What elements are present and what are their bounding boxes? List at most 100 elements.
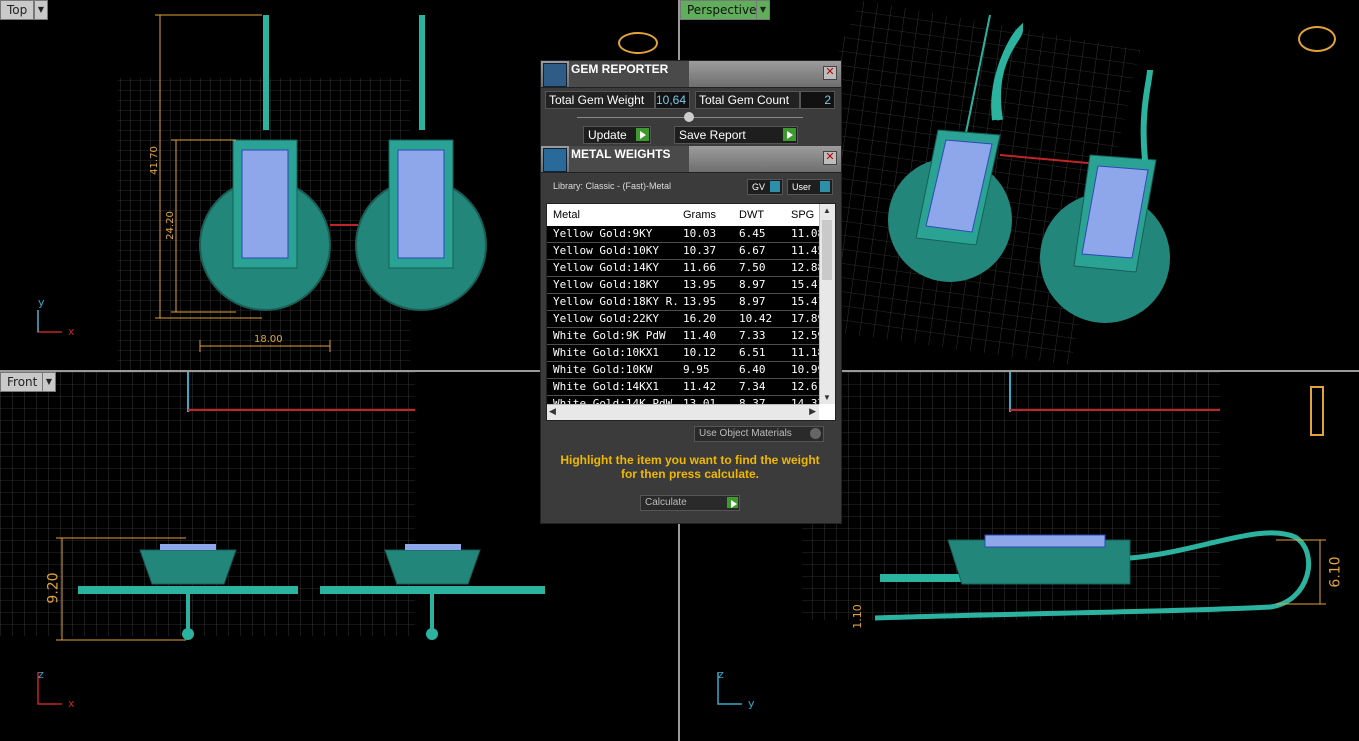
- total-gem-weight-label: Total Gem Weight: [545, 91, 655, 109]
- table-row[interactable]: Yellow Gold:9KY 10.03 6.45 11.08: [547, 226, 824, 243]
- total-gem-count-value: 2: [800, 91, 835, 109]
- table-row[interactable]: White Gold:9K PdW 11.40 7.33 12.59: [547, 328, 824, 345]
- play-icon: [636, 128, 649, 141]
- grams-cell: 16.20: [683, 312, 717, 325]
- play-icon: [783, 128, 796, 141]
- use-object-materials-label: Use Object Materials: [699, 428, 792, 439]
- table-row[interactable]: Yellow Gold:18KY 13.95 8.97 15.41: [547, 277, 824, 294]
- close-icon[interactable]: ✕: [823, 66, 837, 80]
- calculate-hint: Highlight the item you want to find the …: [560, 453, 820, 481]
- use-object-materials-toggle[interactable]: Use Object Materials: [694, 426, 824, 442]
- table-row[interactable]: White Gold:10KW 9.95 6.40 10.99: [547, 362, 824, 379]
- calculate-button-label: Calculate: [645, 497, 687, 508]
- viewport-dropdown-perspective[interactable]: ▼: [756, 0, 770, 20]
- dim-front-height: 9.20: [45, 572, 62, 604]
- dwt-cell: 8.97: [739, 295, 766, 308]
- horizontal-scrollbar[interactable]: ◀ ▶: [547, 404, 819, 420]
- dwt-cell: 7.34: [739, 380, 766, 393]
- viewport-dropdown-front[interactable]: ▼: [42, 372, 56, 392]
- dim-top-width: 18.00: [254, 334, 283, 345]
- user-toggle-label: User: [792, 182, 812, 192]
- viewport-label-top[interactable]: Top: [0, 0, 35, 20]
- gv-toggle-label: GV: [752, 182, 766, 192]
- user-toggle[interactable]: User: [787, 179, 833, 195]
- table-row[interactable]: Yellow Gold:18KY R...13.958.9715.41: [547, 294, 824, 311]
- col-dwt[interactable]: DWT: [739, 209, 764, 221]
- dwt-cell: 6.51: [739, 346, 766, 359]
- total-gem-count-label: Total Gem Count: [695, 91, 800, 109]
- metal-weights-icon: [543, 148, 567, 172]
- viewport-label-perspective[interactable]: Perspective: [680, 0, 764, 20]
- gv-toggle[interactable]: GV: [747, 179, 783, 195]
- table-row[interactable]: Yellow Gold:22KY 16.20 10.42 17.89: [547, 311, 824, 328]
- viewport-label-front[interactable]: Front: [0, 372, 45, 392]
- metal-table-header: Metal Grams DWT SPG: [547, 204, 819, 226]
- axis-x-label-front: x: [68, 697, 75, 710]
- gem-reporter-header[interactable]: GEM REPORTER ✕: [541, 61, 841, 88]
- metal-weights-header[interactable]: METAL WEIGHTS ✕: [541, 146, 841, 173]
- pin-icon[interactable]: [1310, 386, 1324, 436]
- vertical-scrollbar[interactable]: ▲ ▼: [819, 204, 835, 404]
- axis-z-label-right: z: [718, 668, 724, 681]
- metal-cell: White Gold:14KX1: [553, 380, 659, 393]
- dwt-cell: 6.67: [739, 244, 766, 257]
- scroll-thumb[interactable]: [822, 220, 832, 280]
- save-report-button-label: Save Report: [679, 128, 746, 142]
- settings-icon: [810, 428, 821, 439]
- table-row[interactable]: White Gold:10KX1 10.12 6.51 11.18: [547, 345, 824, 362]
- axis-y-label-right: y: [748, 697, 755, 710]
- metal-cell: Yellow Gold:9KY: [553, 227, 653, 240]
- grams-cell: 11.40: [683, 329, 717, 342]
- axis-x-label: x: [68, 325, 75, 338]
- dwt-cell: 6.40: [739, 363, 766, 376]
- col-grams[interactable]: Grams: [683, 209, 716, 221]
- dim-right-small: 1.10: [850, 604, 864, 629]
- axis-z-label: z: [38, 668, 44, 681]
- toggle-icon: [820, 181, 830, 192]
- grams-cell: 10.03: [683, 227, 717, 240]
- metal-cell: Yellow Gold:14KY: [553, 261, 659, 274]
- update-button[interactable]: Update: [583, 126, 651, 144]
- dim-right-height: 6.10: [1327, 556, 1344, 588]
- view-cube-icon[interactable]: [618, 32, 658, 54]
- metal-cell: White Gold:9K PdW: [553, 329, 666, 342]
- table-row[interactable]: White Gold:14KX1 11.42 7.34 12.61: [547, 379, 824, 396]
- gem-reporter-icon: [543, 63, 567, 87]
- metal-cell: White Gold:10KW: [553, 363, 653, 376]
- save-report-button[interactable]: Save Report: [674, 126, 798, 144]
- play-icon: [727, 497, 738, 508]
- table-row[interactable]: Yellow Gold:10KY 10.37 6.67 11.45: [547, 243, 824, 260]
- viewport-dropdown-top[interactable]: ▼: [34, 0, 48, 20]
- grams-cell: 11.66: [683, 261, 717, 274]
- scroll-down-icon[interactable]: ▼: [823, 393, 831, 402]
- metal-cell: White Gold:10KX1: [553, 346, 659, 359]
- collapse-knob-icon[interactable]: [684, 112, 694, 122]
- close-icon[interactable]: ✕: [823, 151, 837, 165]
- scroll-left-icon[interactable]: ◀: [549, 406, 556, 417]
- axis-y-label: y: [38, 296, 45, 309]
- scroll-right-icon[interactable]: ▶: [809, 406, 816, 417]
- metal-table[interactable]: Metal Grams DWT SPG Yellow Gold:9KY 10.03…: [546, 203, 836, 421]
- grams-cell: 9.95: [683, 363, 710, 376]
- gem-reporter-title: GEM REPORTER: [569, 61, 689, 87]
- calculate-button[interactable]: Calculate: [640, 495, 740, 511]
- grams-cell: 10.12: [683, 346, 717, 359]
- toggle-icon: [770, 181, 780, 192]
- library-label: Library: Classic - (Fast)-Metal: [553, 181, 672, 191]
- col-metal[interactable]: Metal: [553, 209, 580, 221]
- dwt-cell: 10.42: [739, 312, 773, 325]
- metal-table-body: Yellow Gold:9KY 10.03 6.45 11.08 Yellow Gold…: [547, 226, 824, 413]
- metal-cell: Yellow Gold:10KY: [553, 244, 659, 257]
- metal-cell: Yellow Gold:18KY R...: [553, 295, 677, 308]
- col-spg[interactable]: SPG: [791, 209, 814, 221]
- metal-cell: Yellow Gold:22KY: [553, 312, 659, 325]
- dim-top-inner: 24.20: [164, 211, 176, 240]
- metal-weights-title: METAL WEIGHTS: [569, 146, 689, 172]
- orbit-icon[interactable]: [1298, 26, 1336, 52]
- grams-cell: 13.95: [683, 278, 717, 291]
- update-button-label: Update: [588, 128, 627, 142]
- total-gem-weight-value: 10,64: [655, 91, 690, 109]
- scroll-up-icon[interactable]: ▲: [823, 206, 831, 215]
- table-row[interactable]: Yellow Gold:14KY 11.66 7.50 12.88: [547, 260, 824, 277]
- gem-left: [241, 149, 289, 259]
